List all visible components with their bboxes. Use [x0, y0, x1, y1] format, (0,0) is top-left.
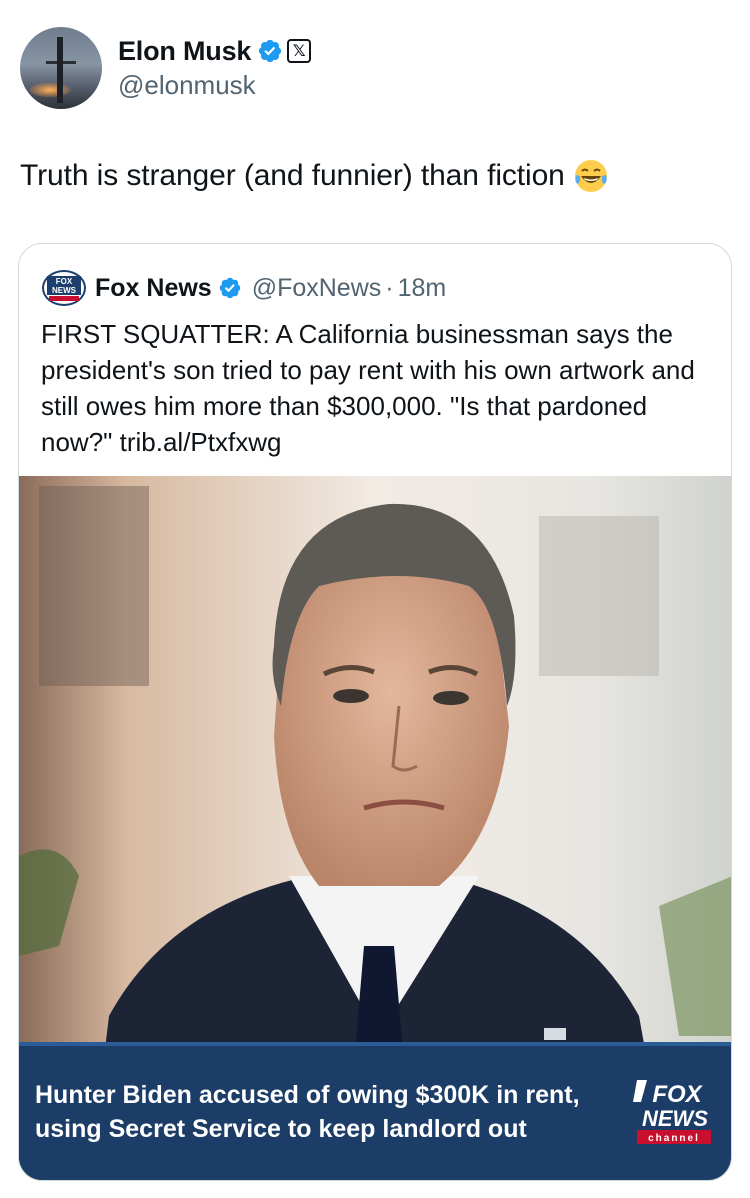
- fox-news-channel-logo-icon: FOX NEWS channel: [633, 1074, 713, 1146]
- verified-badge-icon[interactable]: [257, 38, 283, 64]
- meta-separator: ·: [385, 273, 394, 302]
- news-headline: Hunter Biden accused of owing $300K in r…: [35, 1081, 580, 1143]
- x-logo-icon: 𝕏: [287, 39, 312, 63]
- quoted-tweet-header: FOX NEWS Fox News @FoxNews · 18m: [41, 268, 446, 308]
- svg-text:channel: channel: [648, 1133, 700, 1144]
- avatar-glow: [30, 83, 70, 97]
- svg-text:NEWS: NEWS: [642, 1106, 708, 1131]
- quoted-tweet-time[interactable]: 18m: [398, 274, 447, 303]
- avatar-tower: [57, 37, 63, 103]
- svg-text:FOX: FOX: [652, 1081, 703, 1108]
- quoted-author-handle[interactable]: @FoxNews: [252, 274, 382, 303]
- quoted-verified-badge-icon: [218, 276, 242, 300]
- tweet-text: Truth is stranger (and funnier) than fic…: [20, 158, 609, 194]
- fox-news-logo-icon[interactable]: FOX NEWS: [41, 269, 87, 307]
- author-name-row: Elon Musk 𝕏: [118, 34, 312, 68]
- quoted-tweet-text: FIRST SQUATTER: A California businessman…: [41, 319, 695, 457]
- author-name[interactable]: Elon Musk: [118, 36, 251, 67]
- quoted-author-name[interactable]: Fox News: [95, 274, 212, 303]
- tweet-body: Truth is stranger (and funnier) than fic…: [20, 159, 565, 192]
- quoted-tweet-media[interactable]: Hunter Biden accused of owing $300K in r…: [19, 476, 731, 1180]
- banner-stripe: [19, 1042, 731, 1046]
- avatar[interactable]: [20, 27, 102, 109]
- author-handle[interactable]: @elonmusk: [118, 70, 256, 101]
- svg-text:NEWS: NEWS: [52, 286, 77, 295]
- news-banner: Hunter Biden accused of owing $300K in r…: [19, 1042, 731, 1180]
- svg-text:FOX: FOX: [56, 277, 73, 286]
- face-with-tears-of-joy-icon: [573, 158, 609, 194]
- quoted-tweet-card[interactable]: FOX NEWS Fox News @FoxNews · 18m FIRST S…: [18, 243, 732, 1181]
- tweet-header: Elon Musk 𝕏 @elonmusk: [20, 24, 720, 114]
